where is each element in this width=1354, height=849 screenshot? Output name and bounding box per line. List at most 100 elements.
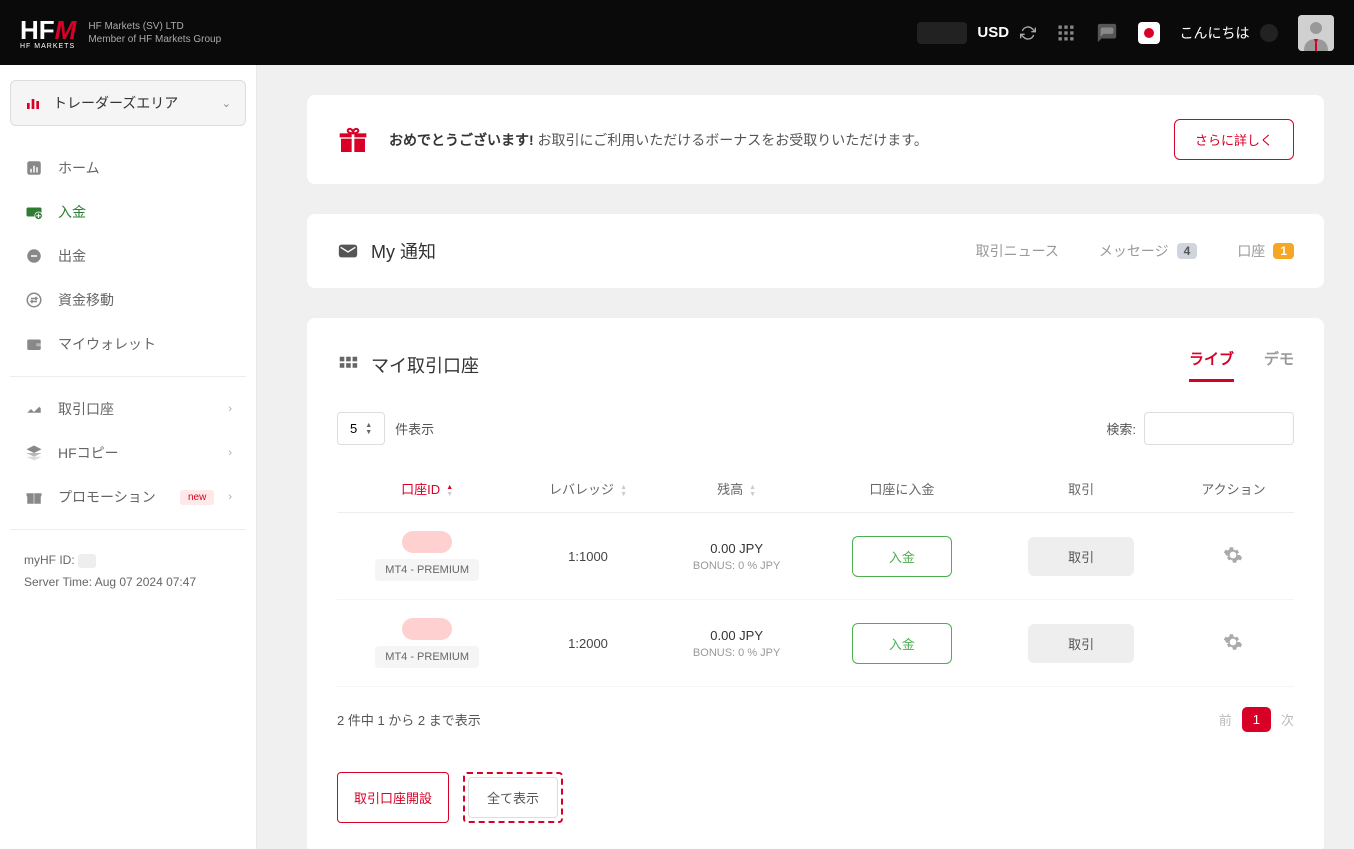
withdraw-icon: [24, 247, 44, 265]
bonus-banner: おめでとうございます! お取引にご利用いただけるボーナスをお受取りいただけます。…: [307, 95, 1324, 184]
chevron-right-icon: ›: [228, 447, 232, 459]
cell-account-id: MT4 - PREMIUM: [337, 513, 517, 600]
nav-hfcopy[interactable]: HFコピー ›: [10, 431, 246, 475]
page-size-label: 件表示: [395, 419, 434, 438]
nav-transfer[interactable]: 資金移動: [10, 278, 246, 322]
prev-page-button[interactable]: 前: [1219, 710, 1232, 729]
table-header-row: 口座ID▲▼ レバレッジ▲▼ 残高▲▼ 口座に入金 取引 アクション: [337, 465, 1294, 513]
gift-icon: [24, 488, 44, 506]
sidebar-info: myHF ID: Server Time: Aug 07 2024 07:47: [10, 540, 246, 603]
layers-icon: [24, 444, 44, 462]
col-balance[interactable]: 残高▲▼: [659, 465, 815, 513]
cell-action: [1173, 513, 1294, 600]
learn-more-button[interactable]: さらに詳しく: [1174, 119, 1294, 160]
nav-home[interactable]: ホーム: [10, 146, 246, 190]
bars-icon: [25, 95, 41, 111]
nav-deposit[interactable]: 入金: [10, 190, 246, 234]
tab-accounts[interactable]: 口座 1: [1237, 241, 1294, 261]
company-name: HF Markets (SV) LTD Member of HF Markets…: [88, 20, 221, 46]
nav-label: マイウォレット: [58, 334, 232, 354]
deposit-button[interactable]: 入金: [852, 536, 952, 577]
search-input[interactable]: [1144, 412, 1294, 445]
show-all-highlight: 全て表示: [463, 772, 563, 823]
open-account-button[interactable]: 取引口座開設: [337, 772, 449, 823]
tab-demo[interactable]: デモ: [1264, 348, 1294, 382]
grid-icon: [337, 354, 359, 376]
cell-account-id: MT4 - PREMIUM: [337, 600, 517, 687]
chart-icon: [24, 400, 44, 418]
chevron-down-icon: ⌄: [222, 97, 231, 110]
accounts-title: マイ取引口座: [337, 352, 1189, 378]
gear-icon[interactable]: [1223, 632, 1243, 652]
accounts-header: マイ取引口座 ライブ デモ: [337, 348, 1294, 382]
app-header: HFM HF MARKETS HF Markets (SV) LTD Membe…: [0, 0, 1354, 65]
page-size-control: 5 ▲▼ 件表示: [337, 412, 434, 445]
deposit-icon: [24, 203, 44, 221]
transfer-icon: [24, 291, 44, 309]
mail-icon: [337, 240, 359, 262]
trade-button[interactable]: 取引: [1028, 624, 1134, 663]
sidebar-dropdown-label: トレーダーズエリア: [53, 93, 210, 113]
trade-button[interactable]: 取引: [1028, 537, 1134, 576]
nav-label: ホーム: [58, 158, 232, 178]
sort-icon: ▲▼: [620, 484, 627, 498]
language-flag-icon[interactable]: [1138, 22, 1160, 44]
tab-trading-news[interactable]: 取引ニュース: [976, 241, 1059, 261]
deposit-button[interactable]: 入金: [852, 623, 952, 664]
nav-label: HFコピー: [58, 443, 214, 463]
nav-withdraw[interactable]: 出金: [10, 234, 246, 278]
page-size-select[interactable]: 5 ▲▼: [337, 412, 385, 445]
accounts-table: 口座ID▲▼ レバレッジ▲▼ 残高▲▼ 口座に入金 取引 アクション MT4 -…: [337, 465, 1294, 687]
nav-label: 取引口座: [58, 399, 214, 419]
search-label: 検索:: [1106, 419, 1136, 438]
nav-promotion[interactable]: プロモーション new ›: [10, 475, 246, 519]
chevron-right-icon: ›: [228, 403, 232, 415]
page-number[interactable]: 1: [1242, 707, 1271, 732]
badge: 4: [1177, 243, 1198, 259]
tab-live[interactable]: ライブ: [1189, 348, 1234, 382]
showing-info: 2 件中 1 から 2 まで表示: [337, 710, 481, 729]
chat-icon[interactable]: [1096, 22, 1118, 44]
apps-icon[interactable]: [1056, 23, 1076, 43]
avatar[interactable]: [1298, 15, 1334, 51]
refresh-icon[interactable]: [1020, 25, 1036, 41]
pagination: 前 1 次: [1219, 707, 1294, 732]
accounts-panel: マイ取引口座 ライブ デモ 5 ▲▼ 件表示 検索:: [307, 318, 1324, 849]
bottom-actions: 取引口座開設 全て表示: [337, 772, 1294, 823]
col-account-id[interactable]: 口座ID▲▼: [337, 465, 517, 513]
wallet-icon: [24, 335, 44, 353]
table-footer: 2 件中 1 から 2 まで表示 前 1 次: [337, 707, 1294, 732]
sidebar-area-dropdown[interactable]: トレーダーズエリア ⌄: [10, 80, 246, 126]
notifications-panel: My 通知 取引ニュース メッセージ 4 口座 1: [307, 214, 1324, 288]
cell-action: [1173, 600, 1294, 687]
account-type-tabs: ライブ デモ: [1189, 348, 1294, 382]
logo[interactable]: HFM HF MARKETS: [20, 15, 76, 50]
new-badge: new: [180, 490, 214, 505]
gear-icon[interactable]: [1223, 545, 1243, 565]
chevron-right-icon: ›: [228, 491, 232, 503]
badge: 1: [1273, 243, 1294, 259]
greeting: こんにちは: [1180, 23, 1278, 43]
cell-balance: 0.00 JPYBONUS: 0 % JPY: [659, 600, 815, 687]
balance-display[interactable]: USD: [917, 22, 1036, 44]
tab-messages[interactable]: メッセージ 4: [1099, 241, 1197, 261]
col-leverage[interactable]: レバレッジ▲▼: [517, 465, 658, 513]
col-deposit: 口座に入金: [815, 465, 990, 513]
col-action: アクション: [1173, 465, 1294, 513]
cell-leverage: 1:1000: [517, 513, 658, 600]
main-content: おめでとうございます! お取引にご利用いただけるボーナスをお受取りいただけます。…: [257, 65, 1354, 849]
next-page-button[interactable]: 次: [1281, 710, 1294, 729]
sidebar: トレーダーズエリア ⌄ ホーム 入金 出金 資金移動 マイウォレット 取引口座 …: [0, 65, 257, 849]
search-box: 検索:: [1106, 412, 1294, 445]
nav-accounts[interactable]: 取引口座 ›: [10, 387, 246, 431]
nav-label: 資金移動: [58, 290, 232, 310]
notification-tabs: 取引ニュース メッセージ 4 口座 1: [976, 241, 1294, 261]
show-all-button[interactable]: 全て表示: [468, 777, 558, 818]
banner-text: おめでとうございます! お取引にご利用いただけるボーナスをお受取りいただけます。: [389, 130, 1154, 150]
cell-trade: 取引: [989, 600, 1173, 687]
cell-trade: 取引: [989, 513, 1173, 600]
sort-icon: ▲▼: [749, 484, 756, 498]
nav-wallet[interactable]: マイウォレット: [10, 322, 246, 366]
nav-label: 出金: [58, 246, 232, 266]
table-row: MT4 - PREMIUM 1:2000 0.00 JPYBONUS: 0 % …: [337, 600, 1294, 687]
